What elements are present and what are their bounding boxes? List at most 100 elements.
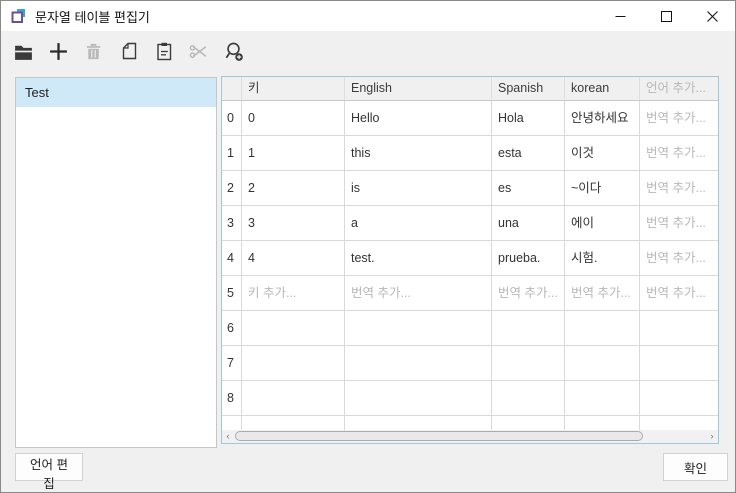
cell-add-translation[interactable]: 번역 추가... [640, 101, 718, 136]
cell-key[interactable] [242, 311, 345, 346]
cell-korean[interactable] [565, 311, 640, 346]
cell-korean[interactable]: 이것 [565, 136, 640, 171]
toolbar [10, 37, 247, 65]
column-header-add-language[interactable]: 언어 추가... [640, 77, 718, 100]
row-header[interactable]: 4 [222, 241, 242, 276]
scissors-icon [188, 41, 209, 62]
cell-korean[interactable]: 시험. [565, 241, 640, 276]
paste-button[interactable] [150, 37, 177, 65]
column-header-key[interactable]: 키 [242, 77, 345, 100]
cell-add-translation[interactable]: 번역 추가... [565, 276, 640, 311]
cell-add-translation[interactable] [640, 346, 718, 381]
cell-add-translation[interactable] [640, 311, 718, 346]
string-table-list[interactable]: Test [15, 77, 217, 448]
folder-open-icon [13, 41, 34, 62]
row-header[interactable]: 7 [222, 346, 242, 381]
cell-korean[interactable] [565, 381, 640, 416]
cell-spanish[interactable]: Hola [492, 101, 565, 136]
minimize-icon [615, 11, 626, 22]
magnifier-plus-icon [223, 41, 244, 62]
cell-add-translation[interactable]: 번역 추가... [640, 241, 718, 276]
delete-button[interactable] [80, 37, 107, 65]
app-logo-icon [10, 8, 26, 24]
cell-key[interactable]: 3 [242, 206, 345, 241]
cell-add-translation[interactable] [640, 381, 718, 416]
cell-add-translation[interactable] [640, 416, 718, 430]
cell-english[interactable]: a [345, 206, 492, 241]
dialog-window: 문자열 테이블 편집기 [0, 0, 736, 493]
cell-key[interactable] [242, 346, 345, 381]
cell-english[interactable] [345, 311, 492, 346]
cell-key[interactable]: 1 [242, 136, 345, 171]
row-header[interactable]: 1 [222, 136, 242, 171]
cell-add-translation[interactable]: 번역 추가... [640, 276, 718, 311]
cell-english[interactable]: test. [345, 241, 492, 276]
cell-spanish[interactable]: esta [492, 136, 565, 171]
cell-spanish[interactable]: una [492, 206, 565, 241]
row-header[interactable]: 5 [222, 276, 242, 311]
scroll-left-button[interactable]: ‹ [222, 430, 234, 443]
table-row: 1 1 this esta 이것 번역 추가... [222, 136, 718, 171]
edit-language-button[interactable]: 언어 편집 [15, 453, 83, 481]
table-row: 2 2 is es ~이다 번역 추가... [222, 171, 718, 206]
cell-korean[interactable]: 안녕하세요 [565, 101, 640, 136]
cell-korean[interactable]: 에이 [565, 206, 640, 241]
scroll-right-button[interactable]: › [706, 430, 718, 443]
cell-add-translation[interactable]: 번역 추가... [640, 136, 718, 171]
row-header[interactable]: 3 [222, 206, 242, 241]
copy-button[interactable] [115, 37, 142, 65]
row-header[interactable]: 8 [222, 381, 242, 416]
cell-spanish[interactable]: prueba. [492, 241, 565, 276]
column-header-english[interactable]: English [345, 77, 492, 100]
cell-add-translation[interactable]: 번역 추가... [640, 171, 718, 206]
window-controls [597, 1, 735, 31]
scrollbar-thumb[interactable] [235, 431, 643, 441]
row-header[interactable]: 0 [222, 101, 242, 136]
ok-button[interactable]: 확인 [663, 453, 728, 481]
corner-header-cell[interactable] [222, 77, 242, 100]
cell-add-key[interactable]: 키 추가... [242, 276, 345, 311]
cell-add-translation[interactable]: 번역 추가... [492, 276, 565, 311]
cell-korean[interactable]: ~이다 [565, 171, 640, 206]
horizontal-scrollbar[interactable]: ‹ › [222, 430, 718, 443]
cell-spanish[interactable] [492, 381, 565, 416]
cell-spanish[interactable] [492, 416, 565, 430]
cell-key[interactable] [242, 381, 345, 416]
cell-add-translation[interactable]: 번역 추가... [640, 206, 718, 241]
search-add-button[interactable] [220, 37, 247, 65]
maximize-button[interactable] [643, 1, 689, 31]
table-row-empty: 8 [222, 381, 718, 416]
close-icon [707, 11, 718, 22]
column-header-korean[interactable]: korean [565, 77, 640, 100]
open-table-button[interactable] [10, 37, 37, 65]
cell-korean[interactable] [565, 416, 640, 430]
close-button[interactable] [689, 1, 735, 31]
cell-english[interactable] [345, 346, 492, 381]
cell-key[interactable]: 4 [242, 241, 345, 276]
cell-spanish[interactable] [492, 311, 565, 346]
cell-korean[interactable] [565, 346, 640, 381]
cell-key[interactable]: 0 [242, 101, 345, 136]
list-item-test[interactable]: Test [16, 78, 216, 107]
cell-key[interactable] [242, 416, 345, 430]
cell-key[interactable]: 2 [242, 171, 345, 206]
trash-icon [84, 42, 103, 61]
cell-english[interactable] [345, 381, 492, 416]
cut-button[interactable] [185, 37, 212, 65]
cell-spanish[interactable] [492, 346, 565, 381]
cell-spanish[interactable]: es [492, 171, 565, 206]
cell-english[interactable] [345, 416, 492, 430]
copy-icon [119, 41, 139, 61]
minimize-button[interactable] [597, 1, 643, 31]
table-row: 0 0 Hello Hola 안녕하세요 번역 추가... [222, 101, 718, 136]
cell-english[interactable]: Hello [345, 101, 492, 136]
maximize-icon [661, 11, 672, 22]
row-header[interactable]: 6 [222, 311, 242, 346]
cell-english[interactable]: is [345, 171, 492, 206]
cell-add-translation[interactable]: 번역 추가... [345, 276, 492, 311]
cell-english[interactable]: this [345, 136, 492, 171]
add-table-button[interactable] [45, 37, 72, 65]
row-header[interactable]: 2 [222, 171, 242, 206]
column-header-spanish[interactable]: Spanish [492, 77, 565, 100]
row-header[interactable] [222, 416, 242, 430]
